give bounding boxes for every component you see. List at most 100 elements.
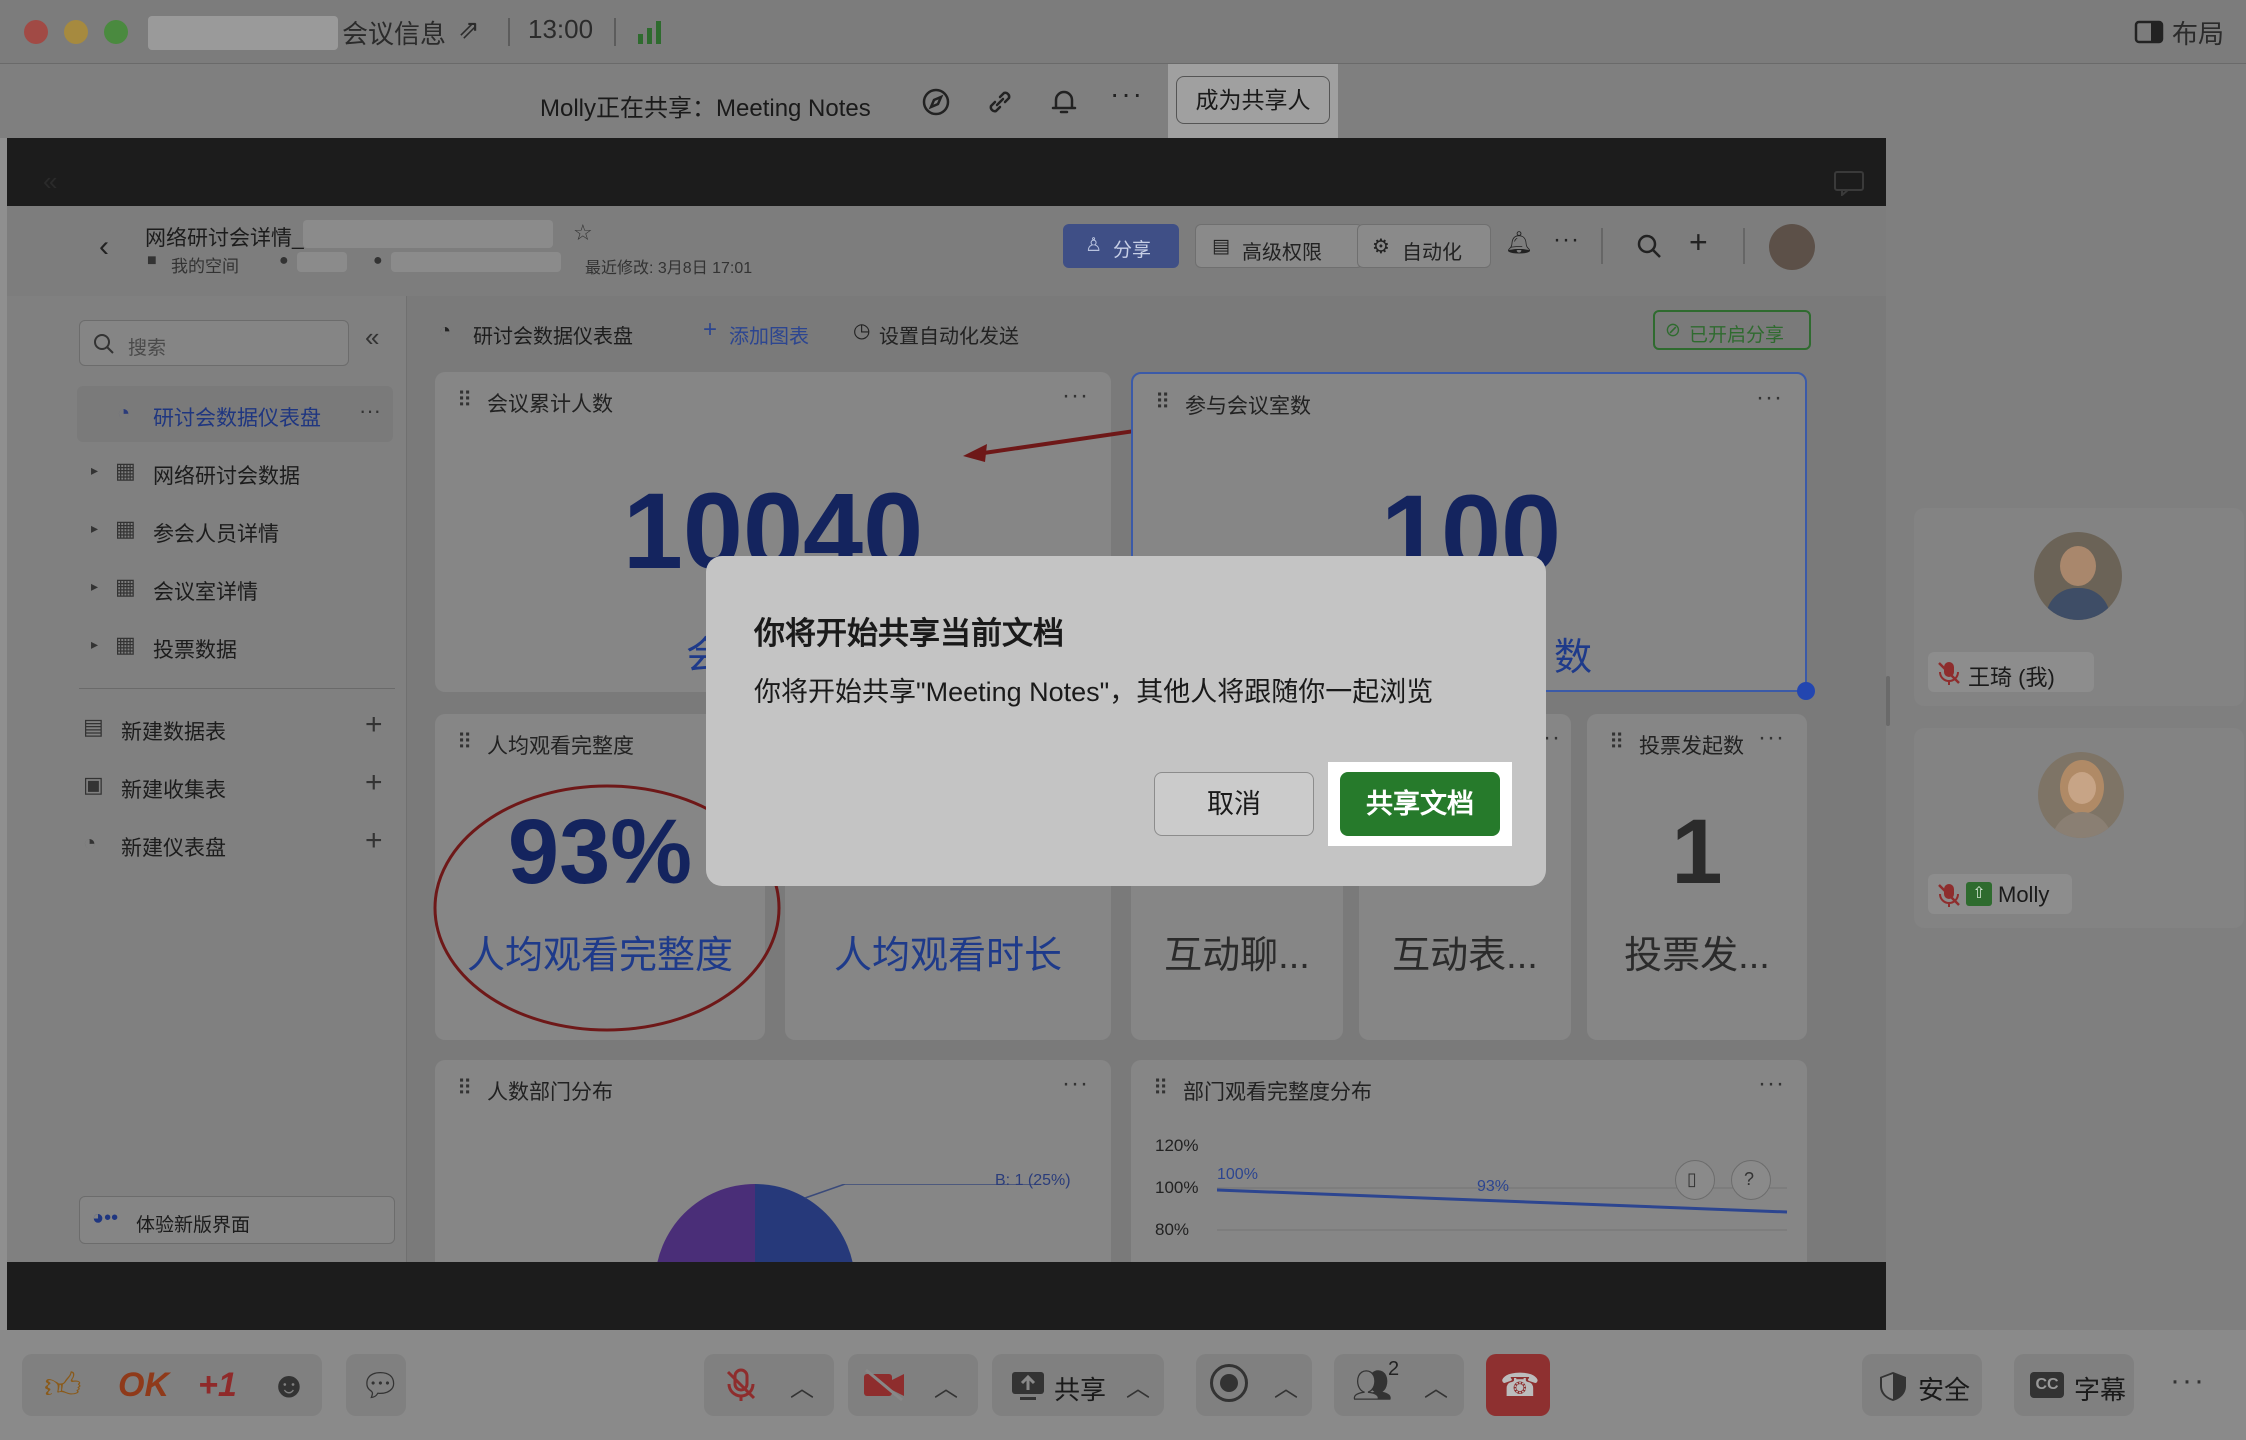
shared-badge[interactable]: ⊘ 已开启分享 bbox=[1653, 310, 1811, 350]
doc-title[interactable]: 网络研讨会详情_ bbox=[145, 222, 304, 252]
subtitles-button[interactable]: CC 字幕 bbox=[2014, 1354, 2134, 1416]
card-more-icon[interactable]: ··· bbox=[1756, 384, 1783, 412]
record-button[interactable]: ︿ bbox=[1196, 1354, 1312, 1416]
plus-one-reaction-button[interactable]: +1 bbox=[198, 1366, 237, 1405]
chevron-up-icon[interactable]: ︿ bbox=[1424, 1368, 1448, 1403]
new-table-icon: ▤ bbox=[83, 714, 104, 739]
panel-resize-handle[interactable] bbox=[1886, 676, 1890, 726]
expand-icon[interactable]: ▸ bbox=[91, 578, 98, 595]
pie-slice-label: B: 1 (25%) bbox=[995, 1172, 1071, 1189]
chevron-up-icon[interactable]: ︿ bbox=[790, 1368, 814, 1403]
compass-icon[interactable] bbox=[920, 86, 952, 118]
emoji-icon[interactable]: ☻ bbox=[270, 1364, 308, 1406]
doc-icon-button[interactable]: ▯ bbox=[1675, 1160, 1715, 1200]
create-table-item[interactable]: ▤ 新建数据表 + bbox=[7, 700, 407, 756]
card-dept-completion[interactable]: ⠿ 部门观看完整度分布 ··· 120% 100% 80% 100% 93% ▯… bbox=[1131, 1060, 1807, 1262]
share-document-button[interactable]: 共享文档 bbox=[1340, 772, 1500, 836]
card-dept-distribution[interactable]: ⠿ 人数部门分布 ··· B: 1 (25%) bbox=[435, 1060, 1111, 1262]
doc-bell-icon[interactable]: 🔔︎ bbox=[1505, 230, 1533, 256]
participants-button[interactable]: 👥︎ 2 ︿ bbox=[1334, 1354, 1464, 1416]
comment-icon[interactable] bbox=[1833, 170, 1865, 196]
auto-send-button[interactable]: 设置自动化发送 bbox=[879, 320, 1019, 349]
chevron-up-icon[interactable]: ︿ bbox=[1126, 1368, 1150, 1403]
automation-label: 自动化 bbox=[1402, 242, 1462, 264]
advanced-permissions-button[interactable]: ▤ 高级权限 bbox=[1195, 224, 1363, 268]
collapse-icon[interactable]: « bbox=[43, 166, 57, 197]
meeting-info-label[interactable]: 会议信息 bbox=[342, 14, 446, 51]
cancel-button[interactable]: 取消 bbox=[1154, 772, 1314, 836]
card-more-icon[interactable]: ··· bbox=[1758, 1070, 1785, 1098]
sidebar-item-votes[interactable]: ▸ ▦ 投票数据 bbox=[7, 618, 407, 674]
sidebar-item-rooms[interactable]: ▸ ▦ 会议室详情 bbox=[7, 560, 407, 616]
drag-handle-icon[interactable]: ⠿ bbox=[1609, 730, 1624, 755]
sidebar-item-dashboard[interactable]: ◔ 研讨会数据仪表盘 ··· bbox=[7, 386, 407, 442]
become-sharer-button[interactable]: 成为共享人 bbox=[1176, 76, 1330, 124]
back-icon[interactable]: ‹ bbox=[99, 230, 109, 264]
sidebar-item-attendees[interactable]: ▸ ▦ 参会人员详情 bbox=[7, 502, 407, 558]
expand-icon[interactable]: ▸ bbox=[91, 520, 98, 537]
participants-icon: 👥︎ bbox=[1352, 1367, 1393, 1403]
add-form-icon[interactable]: + bbox=[365, 766, 383, 800]
resize-handle[interactable] bbox=[1797, 682, 1815, 700]
end-call-button[interactable]: ☎︎ bbox=[1486, 1354, 1550, 1416]
doc-more-icon[interactable]: ··· bbox=[1553, 226, 1580, 254]
sharing-status-text: Molly正在共享：Meeting Notes bbox=[540, 95, 871, 122]
help-button[interactable]: ? bbox=[1731, 1160, 1771, 1200]
add-chart-icon[interactable]: + bbox=[703, 316, 717, 344]
doc-add-icon[interactable]: + bbox=[1689, 224, 1708, 261]
mic-button[interactable]: ︿ bbox=[704, 1354, 834, 1416]
security-button[interactable]: 安全 bbox=[1862, 1354, 1982, 1416]
link-icon[interactable] bbox=[984, 86, 1016, 118]
card-more-icon[interactable]: ··· bbox=[1062, 1070, 1089, 1098]
meeting-info-share-icon[interactable]: ⇗ bbox=[458, 14, 480, 45]
add-table-icon[interactable]: + bbox=[365, 708, 383, 742]
doc-location[interactable]: 我的空间 bbox=[171, 252, 239, 277]
close-window-button[interactable] bbox=[24, 20, 48, 44]
layout-icon[interactable] bbox=[2134, 18, 2164, 46]
add-dashboard-icon[interactable]: + bbox=[365, 824, 383, 858]
add-chart-button[interactable]: 添加图表 bbox=[729, 320, 809, 349]
participant-tile[interactable]: 王琦 (我) bbox=[1914, 508, 2244, 706]
create-dashboard-item[interactable]: ◔ 新建仪表盘 + bbox=[7, 816, 407, 872]
search-icon bbox=[94, 334, 114, 354]
sidebar-item-webinar-data[interactable]: ▸ ▦ 网络研讨会数据 bbox=[7, 444, 407, 500]
share-button[interactable]: 共享 ︿ bbox=[992, 1354, 1164, 1416]
doc-search-icon[interactable] bbox=[1635, 232, 1663, 260]
try-new-ui-button[interactable]: ◕•• 体验新版界面 bbox=[79, 1196, 395, 1244]
collapse-sidebar-icon[interactable]: « bbox=[365, 322, 379, 353]
minimize-window-button[interactable] bbox=[64, 20, 88, 44]
divider bbox=[1601, 228, 1603, 264]
automation-button[interactable]: ⚙ 自动化 bbox=[1357, 224, 1491, 268]
more-icon[interactable]: ··· bbox=[1110, 78, 1144, 110]
chevron-up-icon[interactable]: ︿ bbox=[934, 1368, 958, 1403]
more-icon[interactable]: ··· bbox=[2170, 1364, 2206, 1398]
expand-icon[interactable]: ▸ bbox=[91, 462, 98, 479]
drag-handle-icon[interactable]: ⠿ bbox=[457, 1076, 472, 1101]
search-placeholder: 搜索 bbox=[128, 338, 167, 359]
camera-button[interactable]: ︿ bbox=[848, 1354, 978, 1416]
item-more-icon[interactable]: ··· bbox=[359, 398, 381, 424]
participant-tile[interactable]: ⇧ Molly bbox=[1914, 728, 2244, 928]
card-votes[interactable]: ⠿ 投票发起数 ··· 1 投票发... bbox=[1587, 714, 1807, 1040]
chevron-up-icon[interactable]: ︿ bbox=[1274, 1368, 1298, 1403]
bell-icon[interactable] bbox=[1048, 86, 1080, 118]
drag-handle-icon[interactable]: ⠿ bbox=[1153, 1076, 1168, 1101]
sidebar-search-input[interactable]: 搜索 bbox=[79, 320, 349, 366]
participants-panel: 王琦 (我) ⇧ Molly bbox=[1886, 64, 2246, 1330]
thumbs-up-icon[interactable]: 👍︎ bbox=[44, 1364, 82, 1408]
expand-icon[interactable]: ▸ bbox=[91, 636, 98, 653]
star-icon[interactable]: ☆ bbox=[573, 220, 593, 246]
chat-button[interactable]: 💬︎ bbox=[346, 1354, 406, 1416]
card-more-icon[interactable]: ··· bbox=[1758, 724, 1785, 752]
drag-handle-icon[interactable]: ⠿ bbox=[457, 730, 472, 755]
doc-share-button[interactable]: ♙ 分享 bbox=[1063, 224, 1179, 268]
card-title: 投票发起数 bbox=[1639, 735, 1744, 758]
drag-handle-icon[interactable]: ⠿ bbox=[1155, 390, 1170, 415]
ok-reaction-button[interactable]: OK bbox=[118, 1366, 169, 1405]
layout-label[interactable]: 布局 bbox=[2172, 14, 2224, 51]
share-label: 共享 bbox=[1054, 1375, 1107, 1405]
maximize-window-button[interactable] bbox=[104, 20, 128, 44]
drag-handle-icon[interactable]: ⠿ bbox=[457, 388, 472, 413]
create-form-item[interactable]: ▣ 新建收集表 + bbox=[7, 758, 407, 814]
doc-user-avatar[interactable] bbox=[1769, 224, 1815, 270]
